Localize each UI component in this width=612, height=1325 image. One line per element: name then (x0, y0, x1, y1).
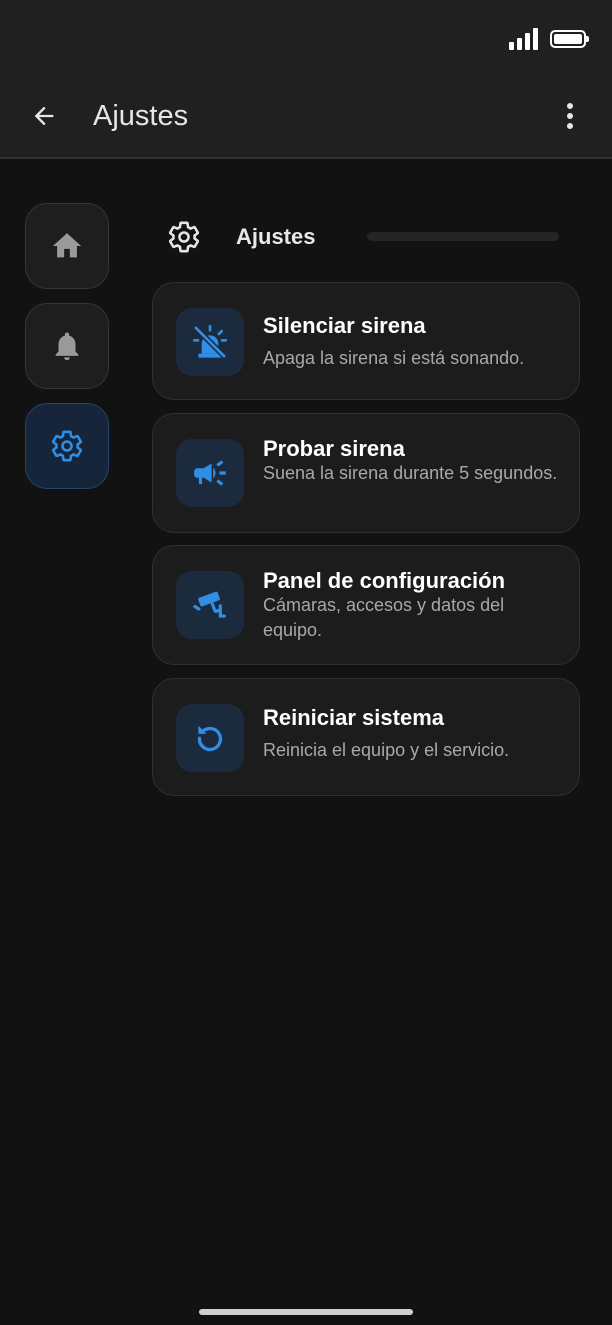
card-description: Suena la sirena durante 5 segundos. (263, 463, 558, 483)
test-siren-card[interactable]: Probar sirena Suena la sirena durante 5 … (152, 413, 580, 533)
card-title: Silenciar sirena (263, 313, 426, 338)
card-description: Reinicia el equipo y el servicio. (263, 740, 510, 760)
icon-box (176, 571, 244, 639)
restart-system-card[interactable]: Reiniciar sistema Reinicia el equipo y e… (152, 678, 580, 796)
home-icon (52, 233, 82, 258)
page-title: Ajustes (93, 100, 189, 132)
section-title: Ajustes (236, 224, 316, 249)
card-title: Probar sirena (263, 436, 405, 461)
home-indicator[interactable] (199, 1309, 413, 1315)
config-panel-card[interactable]: Panel de configuración Cámaras, accesos … (152, 545, 580, 665)
section-divider (367, 232, 559, 241)
arrow-left-icon (34, 106, 54, 126)
more-options-button[interactable] (554, 96, 586, 136)
signal-icon (509, 28, 538, 50)
siren-off-icon (192, 324, 228, 359)
icon-box (176, 308, 244, 376)
status-icons (509, 28, 589, 50)
security-camera-icon (193, 591, 226, 618)
nav-home-button[interactable] (25, 203, 109, 289)
nav-settings-button[interactable] (25, 403, 109, 489)
silence-siren-card[interactable]: Silenciar sirena Apaga la sirena si está… (152, 282, 580, 400)
card-description: Apaga la sirena si está sonando. (263, 348, 525, 368)
nav-notifications-button[interactable] (25, 303, 109, 389)
back-button[interactable] (26, 96, 62, 136)
bell-icon (55, 332, 79, 361)
megaphone-icon (194, 460, 226, 486)
navigation-rail (25, 203, 109, 489)
icon-box (176, 704, 244, 772)
battery-full-icon (550, 30, 589, 48)
card-description: Cámaras, accesos y datos del equipo. (263, 595, 505, 640)
icon-box (176, 439, 244, 507)
gear-icon (51, 430, 83, 462)
section-header: Ajustes (165, 217, 565, 257)
card-title: Reiniciar sistema (263, 705, 444, 730)
restart-icon (197, 725, 223, 752)
gear-icon (165, 218, 203, 256)
app-bar: Ajustes (0, 0, 612, 159)
card-title: Panel de configuración (263, 568, 506, 593)
more-vertical-icon (567, 103, 573, 129)
